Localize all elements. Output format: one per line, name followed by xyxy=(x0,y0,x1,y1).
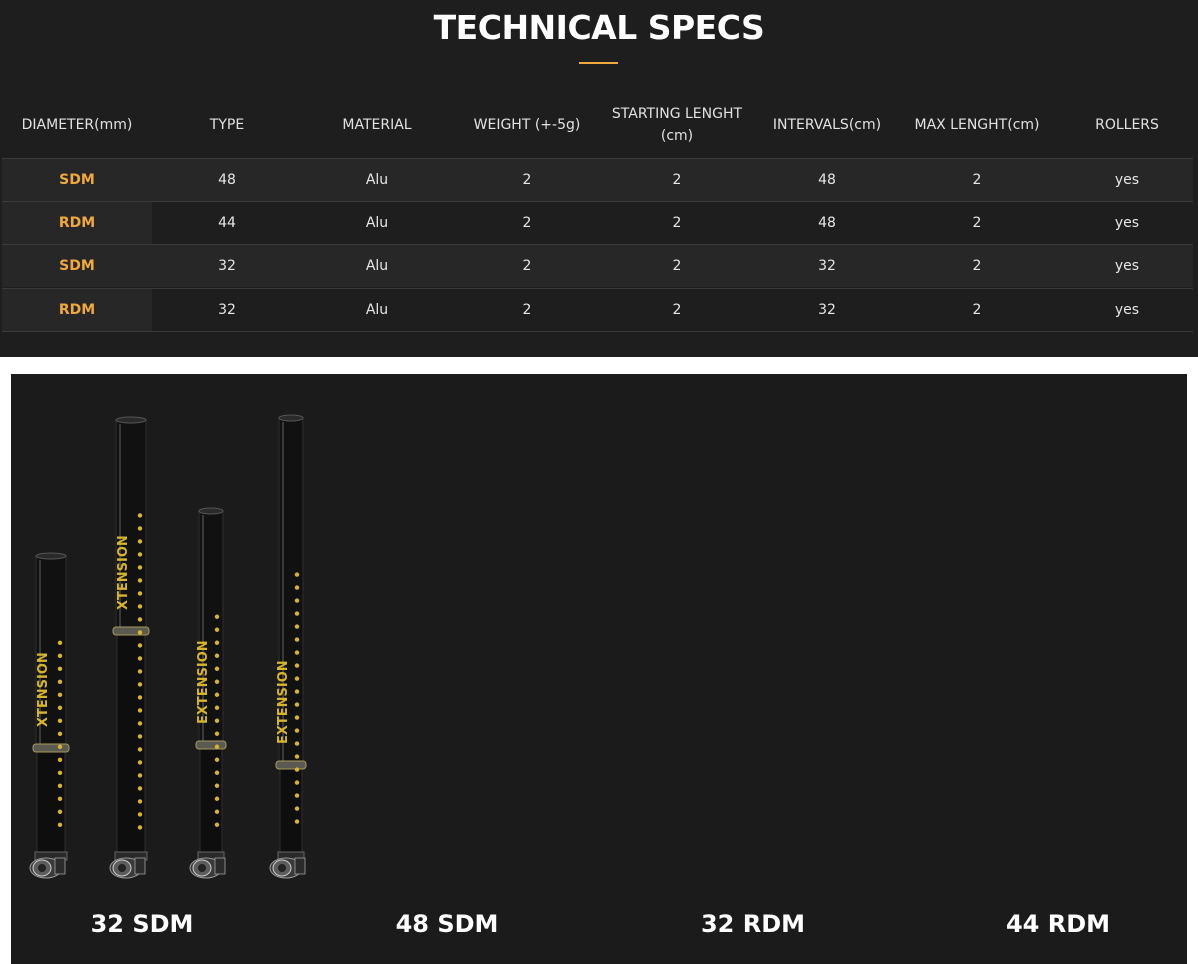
cell-starting-length: 2 xyxy=(672,215,682,231)
cell-material: Alu xyxy=(365,302,389,318)
cell-diameter: 32 xyxy=(218,302,236,318)
lower-tube xyxy=(116,631,146,857)
clamp-collar xyxy=(112,626,150,636)
lower-tube xyxy=(36,748,66,857)
cell-rollers: yes xyxy=(1114,302,1140,318)
clamp-collar xyxy=(32,743,70,753)
section-title: TECHNICAL SPECS xyxy=(433,8,765,47)
cell-material: Alu xyxy=(365,215,389,231)
cell-weight: 2 xyxy=(522,215,532,231)
tube-top xyxy=(115,416,147,424)
roller-base xyxy=(109,857,146,879)
cell-material: Alu xyxy=(365,258,389,274)
cell-diameter: 44 xyxy=(218,215,236,231)
cell-rollers: yes xyxy=(1114,172,1140,188)
title-underline xyxy=(579,62,618,64)
cell-max-length: 2 xyxy=(972,302,982,318)
column-header: STARTING LENGHT (cm) xyxy=(611,106,743,144)
column-header: WEIGHT (+-5g) xyxy=(473,117,581,133)
cell-material: Alu xyxy=(365,172,389,188)
cell-diameter: 48 xyxy=(218,172,236,188)
cell-rollers: yes xyxy=(1114,258,1140,274)
column-header: TYPE xyxy=(209,117,245,133)
cell-type: SDM xyxy=(59,172,95,188)
table-row: SDM 32 Alu 2 2 32 2 yes xyxy=(2,244,1193,287)
product-label: 32 SDM xyxy=(90,910,194,938)
table-row: RDM 32 Alu 2 2 32 2 yes xyxy=(2,288,1193,332)
cell-type: SDM xyxy=(59,258,95,274)
product-gallery: XTENSION 32 SDM XTENSION 48 SDM EXTENSION 32 … xyxy=(11,374,1187,964)
cell-max-length: 2 xyxy=(972,215,982,231)
cell-rollers: yes xyxy=(1114,215,1140,231)
cell-starting-length: 2 xyxy=(672,172,682,188)
cell-intervals: 48 xyxy=(818,215,836,231)
cell-type: RDM xyxy=(58,215,96,231)
mast-extension-image: XTENSION xyxy=(29,552,70,879)
cell-weight: 2 xyxy=(522,302,532,318)
product-label: 48 SDM xyxy=(395,910,499,938)
lower-tube xyxy=(199,745,223,857)
mast-extension-image: EXTENSION xyxy=(189,507,227,879)
tube-top xyxy=(278,414,304,422)
column-header: MAX LENGHT(cm) xyxy=(914,117,1040,133)
cell-weight: 2 xyxy=(522,258,532,274)
cell-intervals: 32 xyxy=(818,302,836,318)
mast-extension-image: EXTENSION xyxy=(269,414,307,879)
pole-brand-text: XTENSION xyxy=(116,535,131,610)
product-label: 32 RDM xyxy=(700,910,806,938)
table-row: SDM 48 Alu 2 2 48 2 yes xyxy=(2,158,1193,201)
roller-base xyxy=(189,857,226,879)
table-row: RDM 44 Alu 2 2 48 2 yes xyxy=(2,201,1193,244)
tube-top xyxy=(35,552,67,560)
roller-base xyxy=(29,857,66,879)
mast-extension-image: XTENSION xyxy=(109,416,150,879)
lower-tube xyxy=(279,765,303,857)
clamp-collar xyxy=(275,760,307,770)
cell-max-length: 2 xyxy=(972,258,982,274)
product-label: 44 RDM xyxy=(1005,910,1111,938)
tube-top xyxy=(198,507,224,515)
cell-starting-length: 2 xyxy=(672,302,682,318)
cell-intervals: 32 xyxy=(818,258,836,274)
cell-diameter: 32 xyxy=(218,258,236,274)
pole-brand-text: EXTENSION xyxy=(196,640,211,724)
pole-brand-text: XTENSION xyxy=(36,652,51,727)
cell-type: RDM xyxy=(58,302,96,318)
column-header: MATERIAL xyxy=(342,117,412,133)
technical-specs-section: TECHNICAL SPECS DIAMETER(mm) TYPE MATERIAL… xyxy=(0,0,1198,357)
column-header: ROLLERS xyxy=(1095,117,1159,133)
column-header: INTERVALS(cm) xyxy=(772,117,882,133)
column-header: DIAMETER(mm) xyxy=(21,117,133,133)
cell-weight: 2 xyxy=(522,172,532,188)
pole-brand-text: EXTENSION xyxy=(276,660,291,744)
cell-max-length: 2 xyxy=(972,172,982,188)
cell-starting-length: 2 xyxy=(672,258,682,274)
pin-holes xyxy=(57,640,63,828)
clamp-collar xyxy=(195,740,227,750)
roller-base xyxy=(269,857,306,879)
cell-intervals: 48 xyxy=(818,172,836,188)
